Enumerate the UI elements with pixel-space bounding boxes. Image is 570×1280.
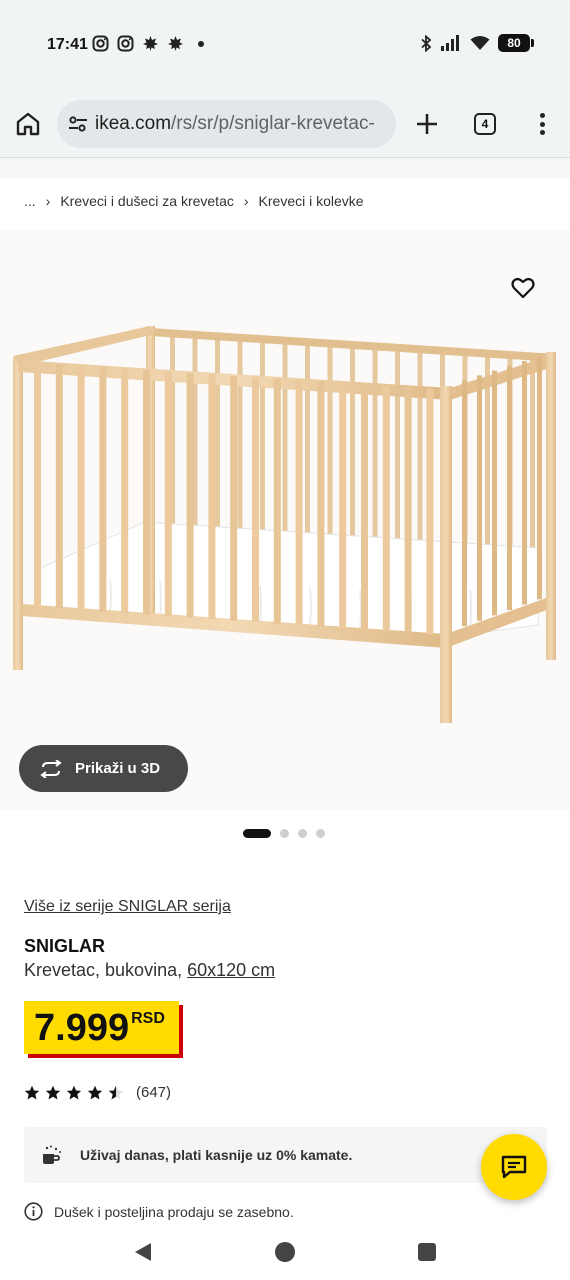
- view-3d-label: Prikaži u 3D: [75, 760, 161, 777]
- star-full-icon: [45, 1085, 61, 1099]
- price-currency: RSD: [131, 1010, 165, 1027]
- financing-text: Uživaj danas, plati kasnije uz 0% kamate…: [80, 1147, 353, 1163]
- leaf-icon: [142, 35, 159, 52]
- chat-icon: [501, 1155, 527, 1179]
- url-host: ikea.com: [95, 113, 172, 134]
- carousel-dot-active[interactable]: [243, 829, 271, 838]
- browser-toolbar: ikea.com/rs/sr/p/sniglar-krevetac- 4: [0, 90, 570, 158]
- breadcrumb-item-cribs-mattresses[interactable]: Kreveci i dušeci za krevetac: [60, 193, 234, 209]
- nav-home-icon[interactable]: [275, 1242, 295, 1262]
- star-full-icon: [87, 1085, 103, 1099]
- url-path: /rs/sr/p/sniglar-krevetac-: [171, 113, 375, 134]
- crib-illustration: [13, 326, 556, 723]
- instagram-icon: [92, 35, 109, 52]
- chat-button[interactable]: [481, 1134, 547, 1200]
- tab-switcher-button[interactable]: 4: [474, 113, 496, 135]
- more-notifications-icon: [198, 40, 204, 47]
- review-count[interactable]: (647): [136, 1084, 171, 1101]
- star-full-icon: [24, 1085, 40, 1099]
- carousel-dot[interactable]: [280, 829, 289, 838]
- browser-menu-icon[interactable]: [530, 110, 554, 138]
- carousel-dot[interactable]: [298, 829, 307, 838]
- product-image[interactable]: [0, 230, 570, 810]
- heart-icon[interactable]: [510, 275, 536, 301]
- series-link[interactable]: Više iz serije SNIGLAR serija: [24, 898, 231, 916]
- product-description-text: Krevetac, bukovina,: [24, 960, 183, 980]
- breadcrumb: ... › Kreveci i dušeci za krevetac › Kre…: [24, 193, 364, 209]
- carousel-indicator: [243, 829, 325, 838]
- wifi-icon: [470, 36, 490, 50]
- price-amount: 7.999: [34, 1007, 130, 1049]
- info-icon: [24, 1202, 43, 1221]
- recents-icon[interactable]: [418, 1243, 436, 1261]
- home-icon[interactable]: [14, 110, 42, 138]
- status-time: 17:41: [47, 36, 88, 53]
- breadcrumb-item-cribs-cradles[interactable]: Kreveci i kolevke: [259, 193, 364, 209]
- chevron-right-icon: ›: [243, 193, 249, 209]
- notification-icons: [92, 35, 204, 52]
- financing-banner[interactable]: Uživaj danas, plati kasnije uz 0% kamate…: [24, 1127, 547, 1183]
- star-full-icon: [66, 1085, 82, 1099]
- star-half-icon: [108, 1085, 124, 1099]
- chevron-right-icon: ›: [45, 193, 51, 209]
- status-bar: 17:41 80: [0, 0, 570, 90]
- payment-icon: [43, 1145, 61, 1164]
- instagram-icon: [117, 35, 134, 52]
- system-nav-bar: [0, 1228, 570, 1280]
- product-rating[interactable]: (647): [24, 1084, 171, 1101]
- system-icons: 80: [420, 34, 534, 52]
- info-note: Dušek i posteljina prodaju se zasebno.: [24, 1202, 294, 1221]
- rotate-3d-icon: [40, 759, 62, 778]
- rating-stars: [24, 1085, 124, 1101]
- page-header-strip: [0, 158, 570, 178]
- signal-icon: [441, 35, 459, 51]
- url-text[interactable]: ikea.com/rs/sr/p/sniglar-krevetac-: [95, 113, 375, 135]
- leaf-icon: [167, 35, 184, 52]
- back-icon[interactable]: [133, 1242, 153, 1262]
- bluetooth-icon: [421, 34, 432, 52]
- price-tag: 7.999 RSD: [24, 1001, 179, 1054]
- view-3d-button[interactable]: Prikaži u 3D: [19, 745, 188, 792]
- breadcrumb-ellipsis[interactable]: ...: [24, 193, 36, 209]
- carousel-dot[interactable]: [316, 829, 325, 838]
- address-bar[interactable]: ikea.com/rs/sr/p/sniglar-krevetac-: [57, 100, 396, 148]
- product-description: Krevetac, bukovina, 60x120 cm: [24, 960, 275, 981]
- new-tab-icon[interactable]: [413, 110, 441, 138]
- battery-icon: 80: [498, 34, 534, 52]
- info-note-text: Dušek i posteljina prodaju se zasebno.: [54, 1203, 294, 1220]
- product-size-link[interactable]: 60x120 cm: [187, 960, 275, 980]
- product-name: SNIGLAR: [24, 936, 105, 956]
- site-settings-icon[interactable]: [67, 113, 89, 135]
